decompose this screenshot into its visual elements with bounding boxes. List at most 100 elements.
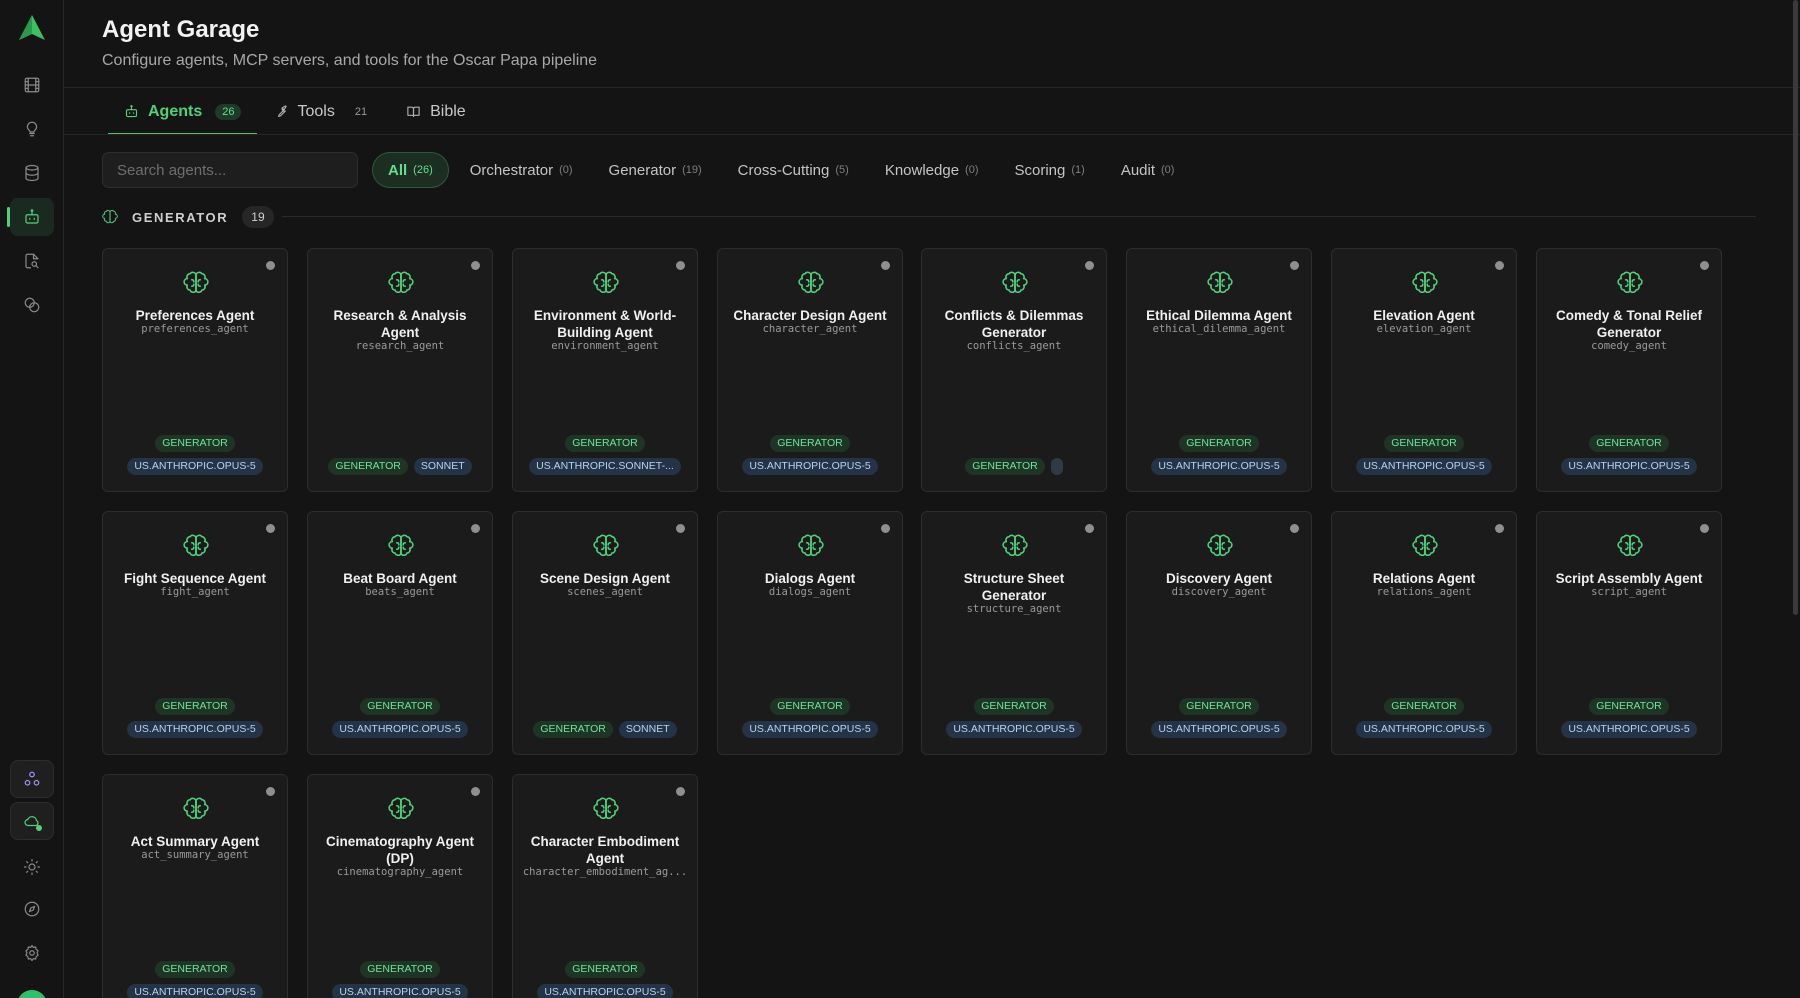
search-input[interactable] xyxy=(102,152,358,188)
tab-agents[interactable]: Agents 26 xyxy=(108,88,258,135)
tag-row: GENERATOR xyxy=(103,435,287,452)
filter-knowledge[interactable]: Knowledge (0) xyxy=(870,152,994,188)
model-tag: US.ANTHROPIC.OPUS-5 xyxy=(1151,721,1287,738)
brain-icon xyxy=(1617,270,1643,296)
agent-card[interactable]: Character Design Agent character_agent G… xyxy=(717,248,903,492)
section-divider xyxy=(282,216,1756,217)
agent-card[interactable]: Ethical Dilemma Agent ethical_dilemma_ag… xyxy=(1126,248,1312,492)
agent-card[interactable]: Conflicts & Dilemmas Generator conflicts… xyxy=(921,248,1107,492)
sidebar-item-mcp[interactable] xyxy=(10,760,54,798)
category-tag: GENERATOR xyxy=(328,458,408,475)
tag-row: GENERATOR xyxy=(1127,698,1311,715)
filter-count: (19) xyxy=(682,164,702,176)
sidebar-item-settings[interactable] xyxy=(10,934,54,972)
agent-id: act_summary_agent xyxy=(141,849,249,861)
model-tag: US.ANTHROPIC.OPUS-5 xyxy=(332,984,468,998)
sidebar-item-theme[interactable] xyxy=(10,848,54,886)
brain-icon xyxy=(1617,533,1643,559)
status-dot xyxy=(1495,261,1504,270)
filter-count: (0) xyxy=(965,164,979,176)
agent-card[interactable]: Relations Agent relations_agent GENERATO… xyxy=(1331,511,1517,755)
agent-card[interactable]: Scene Design Agent scenes_agent GENERATO… xyxy=(512,511,698,755)
agent-card[interactable]: Fight Sequence Agent fight_agent GENERAT… xyxy=(102,511,288,755)
tab-bible[interactable]: Bible xyxy=(390,88,482,135)
model-tag: US.ANTHROPIC.OPUS-5 xyxy=(742,458,878,475)
tag-row: US.ANTHROPIC.OPUS-5 xyxy=(513,984,697,998)
tag-row: US.ANTHROPIC.OPUS-5 xyxy=(308,721,492,738)
status-dot xyxy=(1700,524,1709,533)
agent-card[interactable]: Elevation Agent elevation_agent GENERATO… xyxy=(1331,248,1517,492)
agent-name: Research & Analysis Agent xyxy=(333,308,467,340)
brain-icon xyxy=(1207,270,1233,296)
filter-all[interactable]: All (26) xyxy=(372,152,449,188)
brain-icon xyxy=(593,796,619,822)
tag-row: US.ANTHROPIC.OPUS-5 xyxy=(1332,458,1516,475)
lightbulb-icon xyxy=(26,121,38,137)
avatar[interactable] xyxy=(17,990,47,998)
filter-cross-cutting[interactable]: Cross-Cutting (5) xyxy=(723,152,864,188)
status-dot xyxy=(1290,524,1299,533)
brain-icon xyxy=(1412,270,1438,296)
category-tag: GENERATOR xyxy=(770,698,850,715)
filter-scoring[interactable]: Scoring (1) xyxy=(1000,152,1100,188)
brain-icon xyxy=(593,270,619,296)
agent-name: Script Assembly Agent xyxy=(1555,571,1703,586)
tag-row: US.ANTHROPIC.OPUS-5 xyxy=(103,721,287,738)
agent-id: structure_agent xyxy=(966,603,1062,615)
agent-card[interactable]: Structure Sheet Generator structure_agen… xyxy=(921,511,1107,755)
filter-generator[interactable]: Generator (19) xyxy=(594,152,717,188)
agent-card[interactable]: Environment & World-Building Agent envir… xyxy=(512,248,698,492)
model-tag: US.ANTHROPIC.OPUS-5 xyxy=(127,984,263,998)
agent-card[interactable]: Dialogs Agent dialogs_agent GENERATOR US… xyxy=(717,511,903,755)
filter-label: Knowledge xyxy=(884,161,960,179)
sidebar-item-agents[interactable] xyxy=(7,198,54,236)
agent-card[interactable]: Cinematography Agent (DP) cinematography… xyxy=(307,774,493,998)
book-icon xyxy=(407,106,420,118)
model-tag: US.ANTHROPIC.OPUS-5 xyxy=(1356,721,1492,738)
online-dot xyxy=(36,825,42,831)
agent-name: Fight Sequence Agent xyxy=(123,571,266,586)
brain-icon xyxy=(1002,270,1028,296)
sidebar-item-documents[interactable] xyxy=(10,242,54,280)
category-tag: GENERATOR xyxy=(155,961,235,978)
agent-card[interactable]: Script Assembly Agent script_agent GENER… xyxy=(1536,511,1722,755)
tag-row: US.ANTHROPIC.OPUS-5 xyxy=(1332,721,1516,738)
agent-id: cinematography_agent xyxy=(336,866,464,878)
sidebar-item-explore[interactable] xyxy=(10,890,54,928)
agent-id: dialogs_agent xyxy=(768,586,852,598)
agent-card[interactable]: Preferences Agent preferences_agent GENE… xyxy=(102,248,288,492)
scrollbar[interactable] xyxy=(1793,0,1798,615)
agent-id: environment_agent xyxy=(551,340,659,352)
tag-row: GENERATOR xyxy=(922,458,1106,475)
tab-tools[interactable]: Tools 21 xyxy=(257,88,390,135)
agent-card[interactable]: Act Summary Agent act_summary_agent GENE… xyxy=(102,774,288,998)
sidebar-item-cloud[interactable] xyxy=(10,802,54,840)
status-dot xyxy=(676,261,685,270)
tabs-divider xyxy=(64,134,1800,135)
agent-name: Cinematography Agent (DP) xyxy=(325,834,474,866)
category-tag: GENERATOR xyxy=(1179,435,1259,452)
agent-name: Preferences Agent xyxy=(135,308,255,323)
robot-icon xyxy=(25,209,39,224)
tag-row: GENERATOR xyxy=(308,961,492,978)
brain-icon xyxy=(798,270,824,296)
model-tag: US.ANTHROPIC.OPUS-5 xyxy=(1561,721,1697,738)
sidebar-item-film[interactable] xyxy=(10,66,54,104)
sidebar-item-costs[interactable] xyxy=(10,286,54,324)
agent-card[interactable]: Discovery Agent discovery_agent GENERATO… xyxy=(1126,511,1312,755)
filter-orchestrator[interactable]: Orchestrator (0) xyxy=(455,152,588,188)
agent-card[interactable]: Comedy & Tonal Relief Generator comedy_a… xyxy=(1536,248,1722,492)
agent-card[interactable]: Research & Analysis Agent research_agent… xyxy=(307,248,493,492)
tag-row: US.ANTHROPIC.SONNET-... xyxy=(513,458,697,475)
tab-count: 26 xyxy=(215,103,242,120)
sidebar-item-database[interactable] xyxy=(10,154,54,192)
filter-label: Scoring xyxy=(1014,161,1066,179)
logo-icon[interactable] xyxy=(16,12,48,44)
agent-card[interactable]: Character Embodiment Agent character_emb… xyxy=(512,774,698,998)
robot-icon xyxy=(125,105,138,118)
agent-name: Scene Design Agent xyxy=(539,571,671,586)
filter-audit[interactable]: Audit (0) xyxy=(1106,152,1190,188)
category-tag: GENERATOR xyxy=(1384,698,1464,715)
sidebar-item-ideas[interactable] xyxy=(10,110,54,148)
agent-card[interactable]: Beat Board Agent beats_agent GENERATOR U… xyxy=(307,511,493,755)
